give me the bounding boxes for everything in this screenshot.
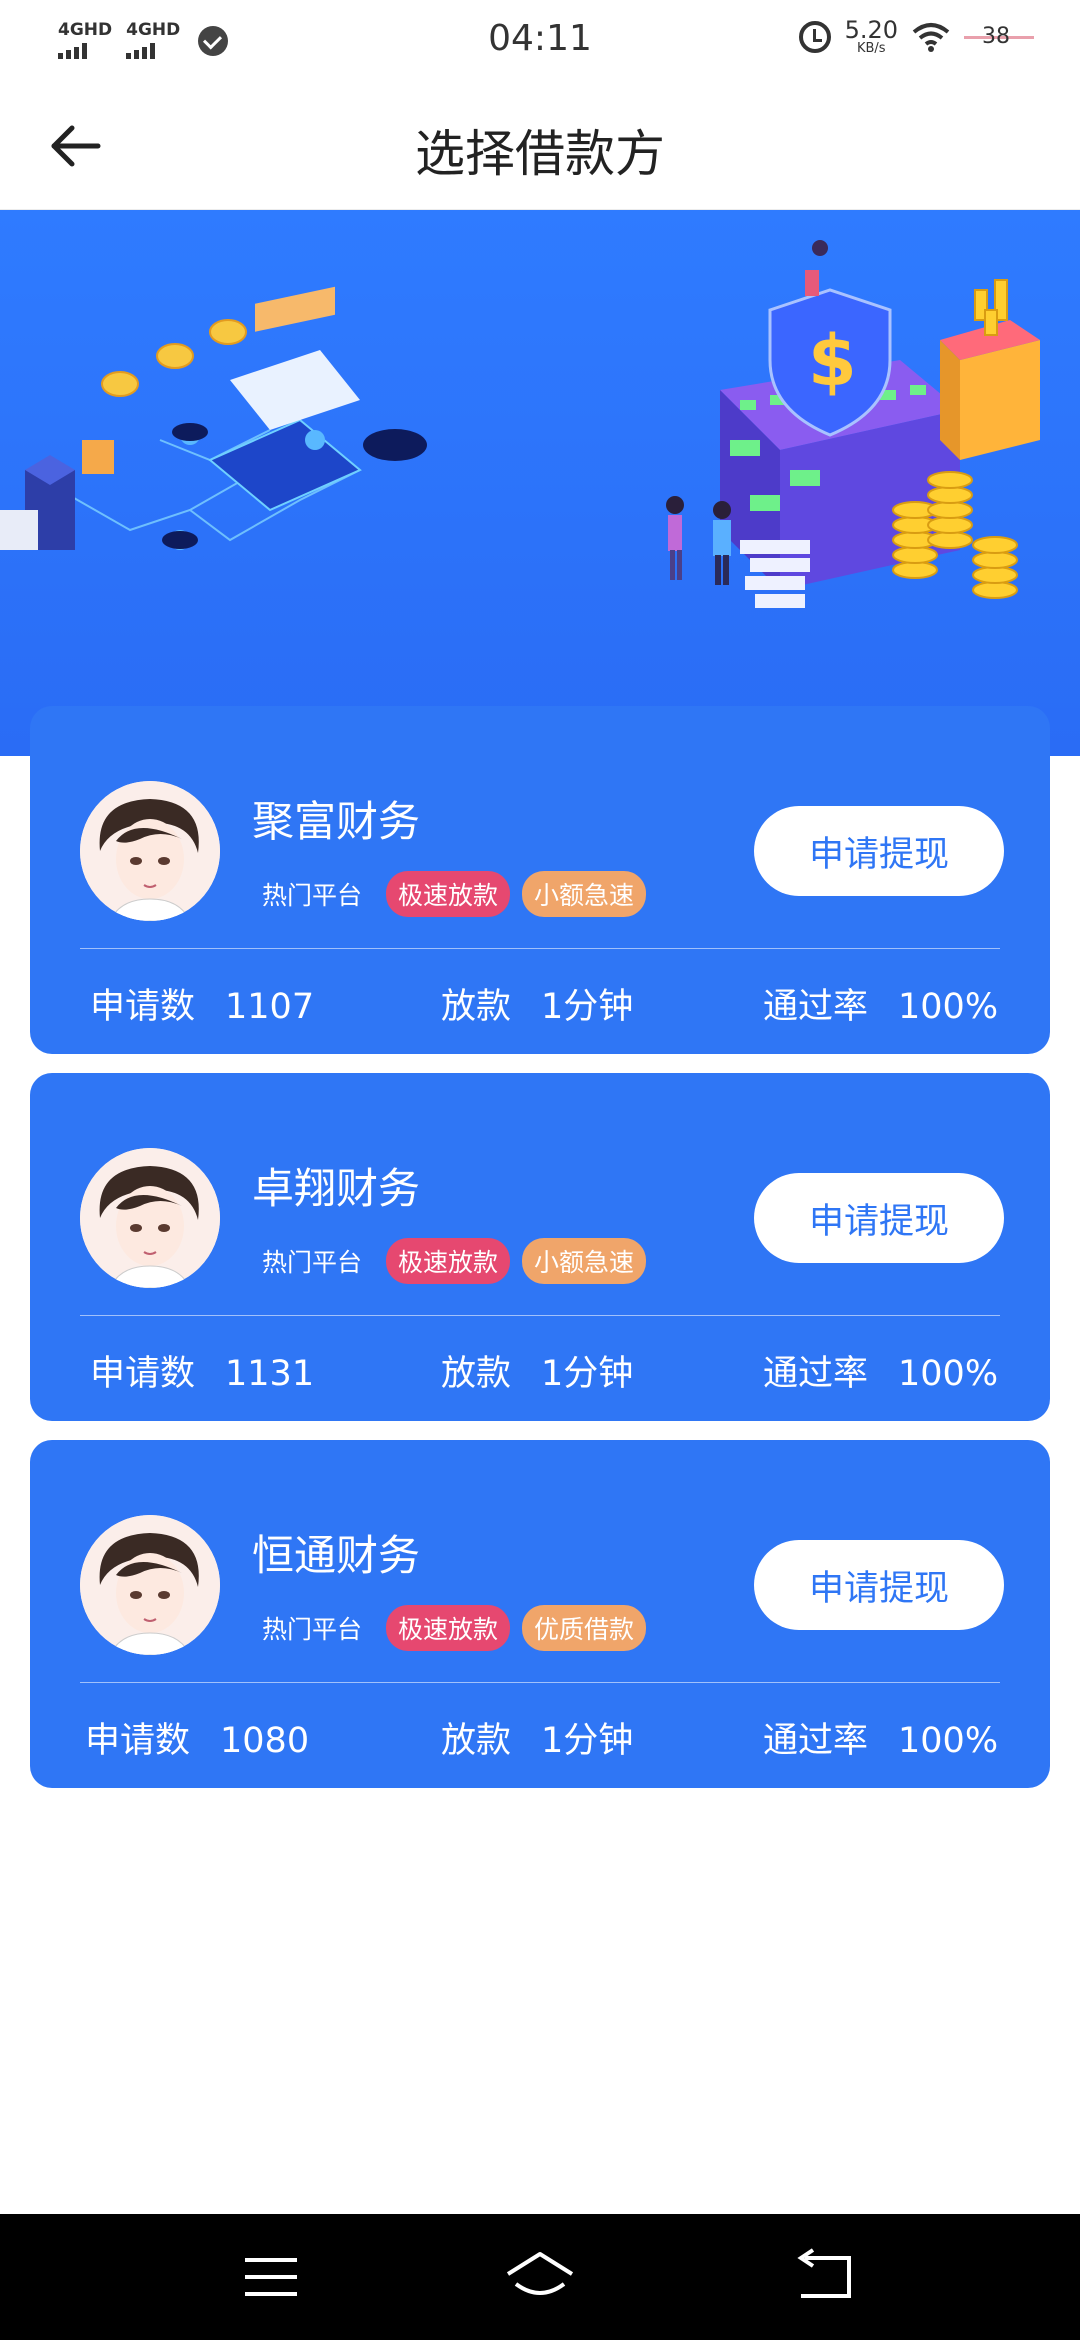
tag-hot-platform: 热门平台 <box>262 1615 363 1644</box>
lender-name: 恒通财务 <box>252 1531 421 1580</box>
stat-value: 100% <box>898 1721 999 1761</box>
stat-value: 1080 <box>220 1721 310 1761</box>
speed-unit: KB/s <box>856 41 886 56</box>
tag-list: 热门平台 极速放款 小额急速 <box>262 1238 647 1284</box>
stat-label: 放款 <box>441 1721 512 1761</box>
battery-icon: 38 <box>964 22 1036 52</box>
stat-value: 1107 <box>225 987 315 1027</box>
apply-withdraw-button[interactable]: 申请提现 <box>754 806 1004 896</box>
avatar-illustration <box>80 1515 220 1655</box>
avatar <box>80 781 220 921</box>
stat-pass-rate: 通过率 100% <box>763 978 998 1029</box>
stat-value: 100% <box>898 987 999 1027</box>
stat-pass-rate: 通过率 100% <box>763 1345 998 1396</box>
stat-label: 放款 <box>441 987 512 1027</box>
stat-label: 通过率 <box>763 1721 869 1761</box>
lender-card[interactable]: 恒通财务 热门平台 极速放款 优质借款 申请提现 申请数 1080 放款 1分钟 通… <box>30 1440 1050 1788</box>
svg-text:$: $ <box>808 320 857 402</box>
battery-level: 38 <box>982 24 1010 49</box>
stat-value: 1分钟 <box>541 1354 634 1394</box>
system-nav-bar <box>0 2214 1080 2340</box>
avatar <box>80 1515 220 1655</box>
back-icon[interactable] <box>783 2244 863 2310</box>
apply-withdraw-button[interactable]: 申请提现 <box>754 1173 1004 1263</box>
stat-applications: 申请数 1107 <box>90 978 314 1029</box>
card-divider <box>80 1315 1000 1316</box>
stat-applications: 申请数 1131 <box>90 1345 314 1396</box>
tag-secondary: 小额急速 <box>522 1238 647 1284</box>
lender-card[interactable]: 聚富财务 热门平台 极速放款 小额急速 申请提现 申请数 1107 放款 1分钟 通… <box>30 706 1050 1054</box>
tag-fast-loan: 极速放款 <box>386 1238 511 1284</box>
tag-list: 热门平台 极速放款 小额急速 <box>262 871 647 917</box>
tag-fast-loan: 极速放款 <box>386 871 511 917</box>
card-divider <box>80 1682 1000 1683</box>
speed-value: 5.20 <box>844 16 898 44</box>
stat-value: 1131 <box>225 1354 315 1394</box>
stat-loan-time: 放款 1分钟 <box>441 1712 633 1763</box>
status-bar: 4GHD 4GHD 04:11 5.20 KB/s 38 <box>0 0 1080 84</box>
app-header: 选择借款方 <box>0 84 1080 210</box>
wifi-icon <box>912 23 950 52</box>
card-divider <box>80 948 1000 949</box>
tag-hot-platform: 热门平台 <box>262 881 363 910</box>
status-right: 5.20 KB/s 38 <box>798 18 1036 56</box>
stat-label: 申请数 <box>90 1354 196 1394</box>
stat-label: 放款 <box>441 1354 512 1394</box>
home-icon[interactable] <box>500 2244 580 2310</box>
tag-secondary: 小额急速 <box>522 871 647 917</box>
stat-value: 1分钟 <box>541 1721 634 1761</box>
stat-loan-time: 放款 1分钟 <box>441 978 633 1029</box>
stat-value: 1分钟 <box>541 987 634 1027</box>
finance-illustration: $ <box>0 240 1040 608</box>
page-title: 选择借款方 <box>415 125 665 183</box>
tag-fast-loan: 极速放款 <box>386 1605 511 1651</box>
avatar-illustration <box>80 781 220 921</box>
stat-label: 申请数 <box>85 1721 191 1761</box>
stat-label: 通过率 <box>763 987 869 1027</box>
banner-illustration: $ <box>0 210 1080 756</box>
lender-name: 卓翔财务 <box>252 1164 421 1213</box>
stat-applications: 申请数 1080 <box>85 1712 309 1763</box>
stat-value: 100% <box>898 1354 999 1394</box>
tag-hot-platform: 热门平台 <box>262 1248 363 1277</box>
stat-loan-time: 放款 1分钟 <box>441 1345 633 1396</box>
avatar-illustration <box>80 1148 220 1288</box>
avatar <box>80 1148 220 1288</box>
stat-label: 通过率 <box>763 1354 869 1394</box>
tag-secondary: 优质借款 <box>522 1605 647 1651</box>
menu-icon[interactable] <box>231 2244 311 2310</box>
tag-list: 热门平台 极速放款 优质借款 <box>262 1605 647 1651</box>
stat-pass-rate: 通过率 100% <box>763 1712 998 1763</box>
network-speed: 5.20 KB/s <box>845 18 898 56</box>
lender-name: 聚富财务 <box>252 797 421 846</box>
stat-label: 申请数 <box>90 987 196 1027</box>
apply-withdraw-button[interactable]: 申请提现 <box>754 1540 1004 1630</box>
lender-card[interactable]: 卓翔财务 热门平台 极速放款 小额急速 申请提现 申请数 1131 放款 1分钟 通… <box>30 1073 1050 1421</box>
alarm-icon <box>798 21 831 53</box>
